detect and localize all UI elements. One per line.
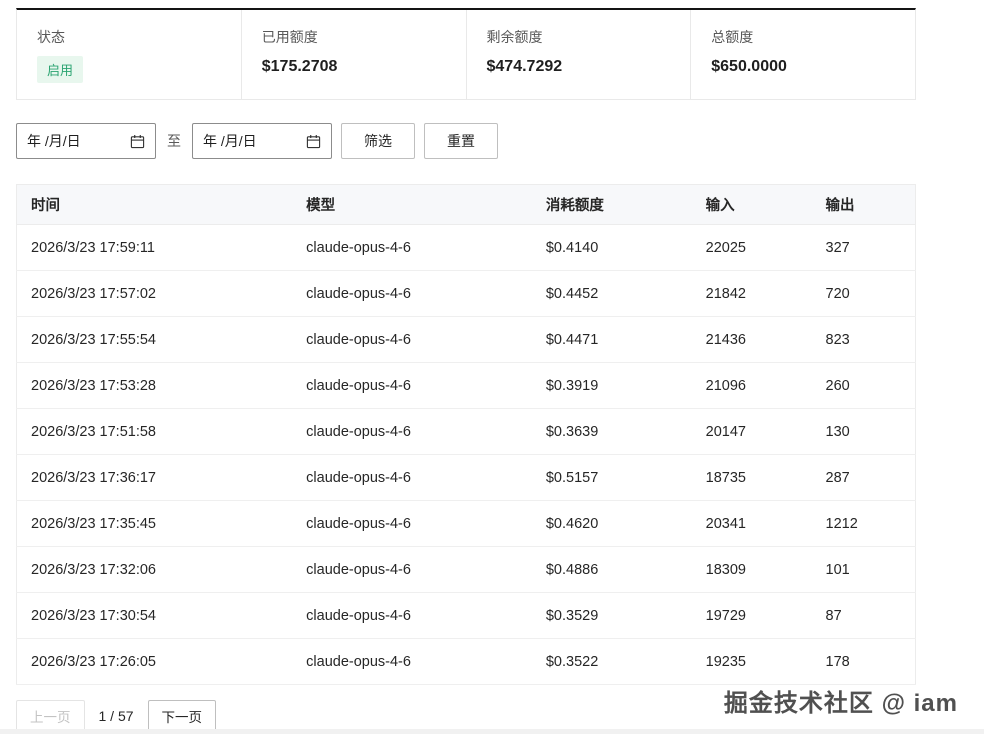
- table-row: 2026/3/23 17:55:54 claude-opus-4-6 $0.44…: [17, 317, 916, 363]
- cell-output: 1212: [812, 501, 916, 547]
- cell-cost: $0.4471: [532, 317, 692, 363]
- cell-input: 21096: [692, 363, 812, 409]
- cell-time: 2026/3/23 17:55:54: [17, 317, 293, 363]
- status-badge: 启用: [37, 56, 83, 83]
- main-content: 状态 启用 已用额度 $175.2708 剩余额度 $474.7292 总额度 …: [0, 0, 916, 732]
- start-date-placeholder: 年 /月/日: [27, 131, 81, 151]
- cell-time: 2026/3/23 17:30:54: [17, 593, 293, 639]
- cell-time: 2026/3/23 17:35:45: [17, 501, 293, 547]
- cell-cost: $0.4620: [532, 501, 692, 547]
- table-row: 2026/3/23 17:30:54 claude-opus-4-6 $0.35…: [17, 593, 916, 639]
- stat-label-total-quota: 总额度: [711, 27, 895, 47]
- cell-model: claude-opus-4-6: [292, 271, 532, 317]
- stat-value-total-quota: $650.0000: [711, 58, 895, 76]
- cell-cost: $0.3919: [532, 363, 692, 409]
- cell-time: 2026/3/23 17:51:58: [17, 409, 293, 455]
- cell-output: 101: [812, 547, 916, 593]
- cell-input: 21436: [692, 317, 812, 363]
- filter-row: 年 /月/日 至 年 /月/日: [16, 123, 916, 159]
- cell-time: 2026/3/23 17:53:28: [17, 363, 293, 409]
- cell-output: 178: [812, 639, 916, 685]
- stat-label-status: 状态: [37, 27, 221, 47]
- cell-output: 720: [812, 271, 916, 317]
- cell-model: claude-opus-4-6: [292, 455, 532, 501]
- cell-time: 2026/3/23 17:26:05: [17, 639, 293, 685]
- stat-label-used-quota: 已用额度: [262, 27, 446, 47]
- cell-model: claude-opus-4-6: [292, 363, 532, 409]
- stat-card-used-quota: 已用额度 $175.2708: [241, 10, 466, 99]
- table-row: 2026/3/23 17:36:17 claude-opus-4-6 $0.51…: [17, 455, 916, 501]
- cell-time: 2026/3/23 17:32:06: [17, 547, 293, 593]
- stat-label-remaining-quota: 剩余额度: [487, 27, 671, 47]
- cell-cost: $0.4140: [532, 225, 692, 271]
- cell-output: 260: [812, 363, 916, 409]
- start-date-input[interactable]: 年 /月/日: [16, 123, 156, 159]
- cell-model: claude-opus-4-6: [292, 501, 532, 547]
- end-date-input[interactable]: 年 /月/日: [192, 123, 332, 159]
- calendar-icon[interactable]: [306, 134, 321, 149]
- cell-output: 87: [812, 593, 916, 639]
- cell-input: 21842: [692, 271, 812, 317]
- table-header-row: 时间 模型 消耗额度 输入 输出: [17, 185, 916, 225]
- end-date-placeholder: 年 /月/日: [203, 131, 257, 151]
- stat-card-total-quota: 总额度 $650.0000: [690, 10, 915, 99]
- cell-output: 823: [812, 317, 916, 363]
- cell-time: 2026/3/23 17:57:02: [17, 271, 293, 317]
- cell-input: 20147: [692, 409, 812, 455]
- cell-input: 19729: [692, 593, 812, 639]
- horizontal-scrollbar[interactable]: [0, 729, 984, 734]
- cell-model: claude-opus-4-6: [292, 593, 532, 639]
- cell-model: claude-opus-4-6: [292, 409, 532, 455]
- usage-table: 时间 模型 消耗额度 输入 输出 2026/3/23 17:59:11 clau…: [16, 184, 916, 685]
- cell-time: 2026/3/23 17:36:17: [17, 455, 293, 501]
- stat-value-remaining-quota: $474.7292: [487, 58, 671, 76]
- pagination: 上一页 1 / 57 下一页: [16, 700, 916, 732]
- stat-card-status: 状态 启用: [17, 10, 241, 99]
- usage-dashboard-page: 状态 启用 已用额度 $175.2708 剩余额度 $474.7292 总额度 …: [0, 0, 984, 734]
- column-header-time: 时间: [17, 185, 293, 225]
- table-row: 2026/3/23 17:51:58 claude-opus-4-6 $0.36…: [17, 409, 916, 455]
- prev-page-button[interactable]: 上一页: [16, 700, 85, 732]
- cell-output: 130: [812, 409, 916, 455]
- stats-row: 状态 启用 已用额度 $175.2708 剩余额度 $474.7292 总额度 …: [16, 8, 916, 100]
- reset-button[interactable]: 重置: [424, 123, 498, 159]
- cell-cost: $0.4886: [532, 547, 692, 593]
- filter-button[interactable]: 筛选: [341, 123, 415, 159]
- cell-model: claude-opus-4-6: [292, 225, 532, 271]
- column-header-cost: 消耗额度: [532, 185, 692, 225]
- table-row: 2026/3/23 17:59:11 claude-opus-4-6 $0.41…: [17, 225, 916, 271]
- column-header-input: 输入: [692, 185, 812, 225]
- table-header: 时间 模型 消耗额度 输入 输出: [17, 185, 916, 225]
- cell-model: claude-opus-4-6: [292, 639, 532, 685]
- cell-model: claude-opus-4-6: [292, 317, 532, 363]
- cell-time: 2026/3/23 17:59:11: [17, 225, 293, 271]
- table-row: 2026/3/23 17:57:02 claude-opus-4-6 $0.44…: [17, 271, 916, 317]
- cell-cost: $0.3529: [532, 593, 692, 639]
- cell-output: 327: [812, 225, 916, 271]
- column-header-model: 模型: [292, 185, 532, 225]
- table-row: 2026/3/23 17:26:05 claude-opus-4-6 $0.35…: [17, 639, 916, 685]
- column-header-output: 输出: [812, 185, 916, 225]
- table-row: 2026/3/23 17:32:06 claude-opus-4-6 $0.48…: [17, 547, 916, 593]
- cell-cost: $0.4452: [532, 271, 692, 317]
- cell-input: 18735: [692, 455, 812, 501]
- cell-cost: $0.5157: [532, 455, 692, 501]
- cell-output: 287: [812, 455, 916, 501]
- cell-input: 20341: [692, 501, 812, 547]
- date-range-to-label: 至: [167, 131, 181, 151]
- next-page-button[interactable]: 下一页: [148, 700, 217, 732]
- cell-cost: $0.3522: [532, 639, 692, 685]
- stat-value-used-quota: $175.2708: [262, 58, 446, 76]
- stat-card-remaining-quota: 剩余额度 $474.7292: [466, 10, 691, 99]
- table-body: 2026/3/23 17:59:11 claude-opus-4-6 $0.41…: [17, 225, 916, 685]
- table-row: 2026/3/23 17:35:45 claude-opus-4-6 $0.46…: [17, 501, 916, 547]
- page-info: 1 / 57: [99, 708, 134, 724]
- cell-input: 18309: [692, 547, 812, 593]
- cell-input: 19235: [692, 639, 812, 685]
- calendar-icon[interactable]: [130, 134, 145, 149]
- cell-input: 22025: [692, 225, 812, 271]
- cell-cost: $0.3639: [532, 409, 692, 455]
- table-row: 2026/3/23 17:53:28 claude-opus-4-6 $0.39…: [17, 363, 916, 409]
- cell-model: claude-opus-4-6: [292, 547, 532, 593]
